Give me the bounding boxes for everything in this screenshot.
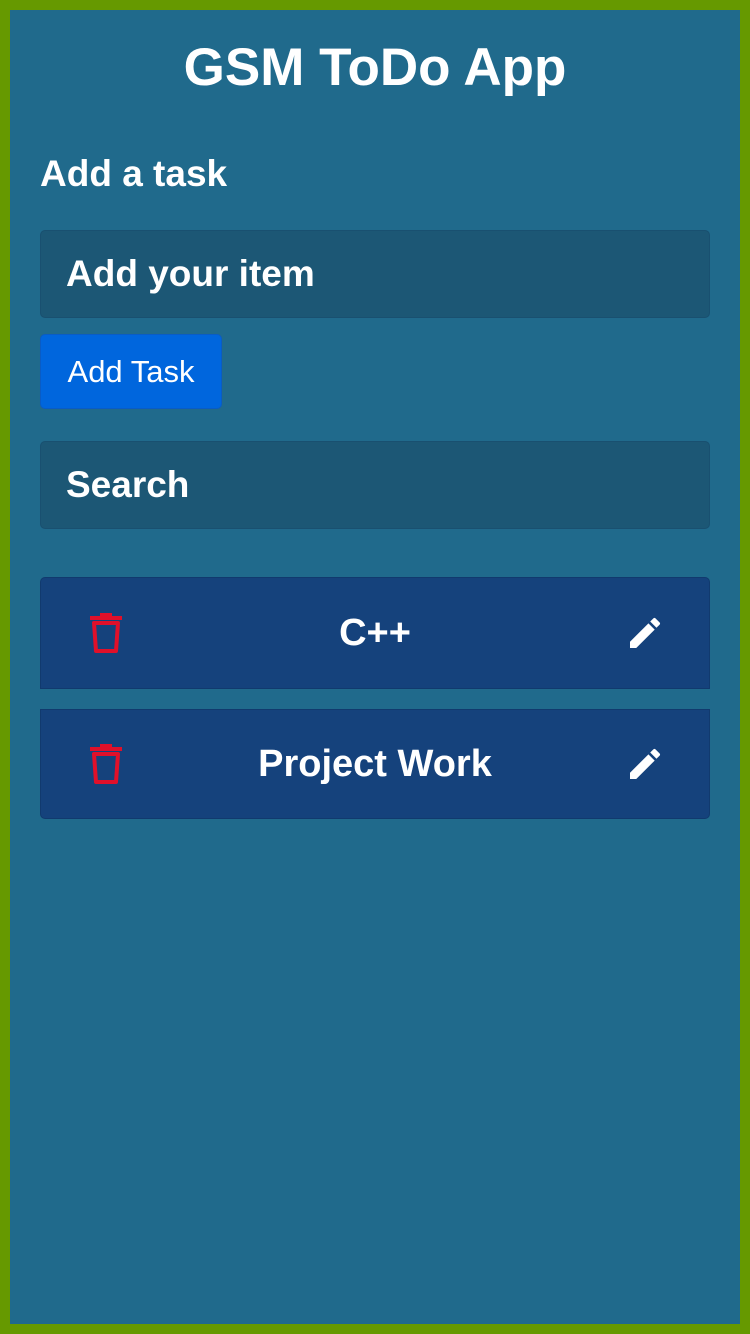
- add-task-button[interactable]: Add Task: [40, 334, 222, 409]
- task-label: Project Work: [258, 743, 492, 785]
- task-item: C++: [40, 577, 710, 689]
- add-task-heading: Add a task: [40, 153, 228, 194]
- app-frame: GSM ToDo App Add a task Add Task C++: [0, 0, 750, 1334]
- task-item: Project Work: [40, 709, 710, 819]
- pencil-icon[interactable]: [625, 613, 665, 653]
- task-label: C++: [339, 612, 411, 654]
- add-item-input[interactable]: [40, 230, 710, 318]
- search-input[interactable]: [40, 441, 710, 529]
- pencil-icon[interactable]: [625, 744, 665, 784]
- app-title: GSM ToDo App: [183, 38, 567, 97]
